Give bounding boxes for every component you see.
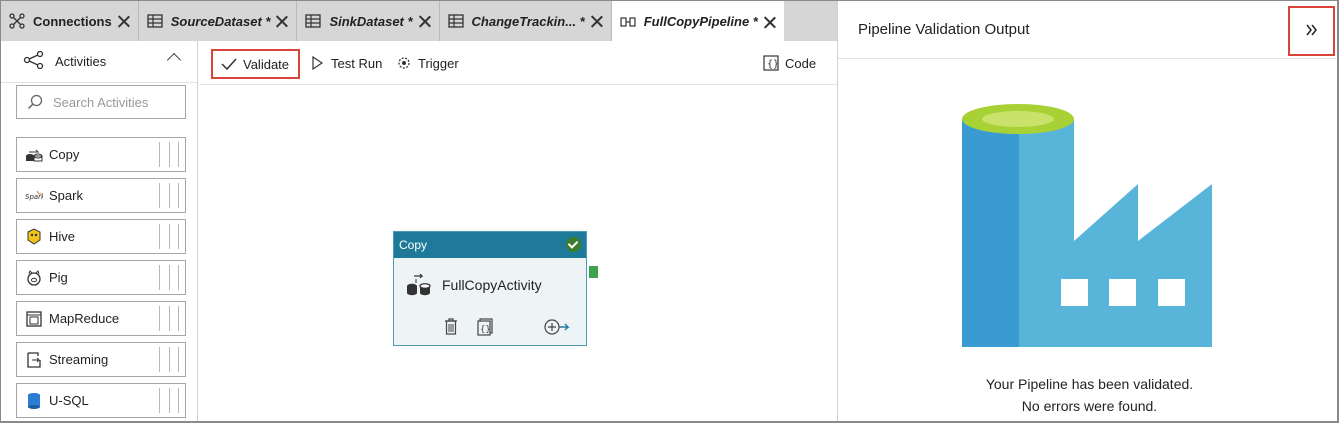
copy-icon [407, 274, 431, 296]
add-output-icon[interactable] [544, 318, 570, 336]
node-name: FullCopyActivity [442, 277, 542, 293]
svg-text:{}: {} [480, 325, 491, 335]
test-run-button[interactable]: Test Run [309, 48, 382, 78]
activities-title: Activities [55, 54, 107, 69]
close-icon[interactable] [764, 16, 776, 28]
test-run-label: Test Run [331, 55, 383, 71]
validation-message: Your Pipeline has been validated. No err… [838, 373, 1337, 417]
activities-sidebar: Activities Search Activities Copy Spark … [1, 41, 198, 421]
close-icon[interactable] [419, 15, 431, 27]
tab-sink-dataset[interactable]: SinkDataset * [297, 1, 440, 41]
code-label: Code [785, 55, 817, 71]
table-icon [147, 13, 163, 29]
connections-icon [9, 13, 25, 29]
pipeline-toolbar: Validate Test Run Trigger {} Code [199, 41, 837, 85]
activity-label: MapReduce [49, 311, 120, 326]
activity-pig[interactable]: Pig [16, 260, 186, 295]
drag-handle-icon[interactable] [159, 306, 179, 331]
activity-label: Streaming [49, 352, 109, 367]
trigger-label: Trigger [418, 55, 459, 71]
pig-icon [25, 269, 43, 287]
activity-label: Pig [49, 270, 68, 285]
chevron-up-icon[interactable] [166, 52, 182, 68]
hive-icon [25, 227, 43, 246]
validation-output-panel: Pipeline Validation Output Your Pipeline… [837, 1, 1337, 421]
drag-handle-icon[interactable] [159, 265, 179, 290]
tab-label: SourceDataset * [170, 13, 271, 29]
drag-handle-icon[interactable] [159, 142, 179, 167]
activity-streaming[interactable]: Streaming [16, 342, 186, 377]
close-icon[interactable] [276, 15, 288, 27]
app-window: Connections SourceDataset * SinkDataset … [0, 0, 1339, 423]
node-actions: {} [444, 318, 574, 338]
copy-icon [25, 146, 43, 164]
data-factory-illustration [962, 104, 1212, 347]
activities-icon [23, 50, 45, 72]
close-icon[interactable] [591, 15, 603, 27]
close-icon[interactable] [118, 15, 130, 27]
code-button[interactable]: {} Code [763, 48, 816, 78]
tab-label: FullCopyPipeline * [643, 14, 758, 29]
double-chevron-right-icon [1305, 21, 1319, 42]
tab-change-tracking[interactable]: ChangeTrackin... * [440, 1, 612, 41]
pipeline-icon [620, 14, 636, 30]
activity-label: Copy [49, 147, 80, 162]
pipeline-canvas[interactable]: Copy FullCopyActivity {} [199, 86, 837, 421]
drag-handle-icon[interactable] [159, 224, 179, 249]
checkmark-icon [221, 56, 237, 72]
activity-label: Spark [49, 188, 83, 203]
copy-activity-node[interactable]: Copy FullCopyActivity {} [393, 231, 587, 346]
activity-copy[interactable]: Copy [16, 137, 186, 172]
code-icon[interactable]: {} [477, 318, 493, 336]
tab-connections[interactable]: Connections [1, 1, 139, 41]
tab-label: Connections [33, 13, 112, 29]
activity-label: Hive [49, 229, 76, 244]
play-icon [309, 55, 325, 71]
mapreduce-icon [25, 310, 43, 328]
activities-header[interactable]: Activities [1, 41, 197, 83]
validate-button[interactable]: Validate [211, 49, 300, 79]
tab-full-copy-pipeline[interactable]: FullCopyPipeline * [611, 1, 784, 42]
search-placeholder: Search Activities [53, 94, 149, 110]
panel-title: Pipeline Validation Output [858, 21, 1030, 38]
validation-message-line1: Your Pipeline has been validated. [985, 376, 1194, 392]
drag-handle-icon[interactable] [159, 347, 179, 372]
drag-handle-icon[interactable] [159, 183, 179, 208]
trigger-button[interactable]: Trigger [396, 48, 459, 78]
activity-usql[interactable]: U-SQL [16, 383, 186, 418]
validated-check-icon [566, 237, 581, 252]
drag-handle-icon[interactable] [159, 388, 179, 413]
search-input[interactable]: Search Activities [16, 85, 186, 119]
table-icon [305, 13, 322, 29]
validation-message-line2: No errors were found. [1021, 398, 1158, 414]
tab-label: SinkDataset * [329, 13, 413, 29]
node-header: Copy [394, 232, 586, 258]
activity-label: U-SQL [49, 393, 89, 408]
activity-mapreduce[interactable]: MapReduce [16, 301, 186, 336]
code-icon: {} [763, 55, 779, 71]
table-icon [447, 13, 464, 29]
node-type: Copy [399, 238, 428, 252]
output-port[interactable] [589, 266, 598, 278]
node-body: FullCopyActivity [406, 274, 542, 296]
delete-icon[interactable] [444, 318, 458, 336]
tab-label: ChangeTrackin... * [471, 13, 585, 29]
tab-source-dataset[interactable]: SourceDataset * [139, 1, 298, 41]
activity-spark[interactable]: Spark Spark [16, 178, 186, 213]
trigger-icon [396, 55, 412, 71]
spark-icon: Spark [25, 187, 43, 205]
validate-label: Validate [243, 56, 290, 72]
collapse-panel-button[interactable] [1288, 6, 1335, 56]
svg-text:{}: {} [767, 59, 779, 70]
search-icon [27, 94, 43, 110]
tab-bar: Connections SourceDataset * SinkDataset … [1, 1, 837, 42]
activity-hive[interactable]: Hive [16, 219, 186, 254]
usql-icon [25, 392, 43, 410]
streaming-icon [25, 351, 43, 369]
panel-header: Pipeline Validation Output [838, 1, 1337, 59]
